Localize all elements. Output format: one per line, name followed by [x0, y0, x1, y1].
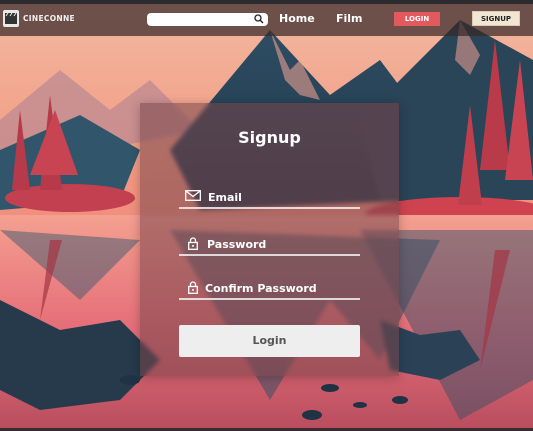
- brand-name[interactable]: CINECONNECT: [23, 14, 75, 23]
- form-title: Signup: [238, 128, 301, 147]
- header-login-button[interactable]: LOGIN: [394, 12, 440, 26]
- confirm-password-field[interactable]: Confirm Password: [179, 276, 360, 300]
- email-label: Email: [208, 191, 242, 204]
- lock-icon: [188, 281, 198, 294]
- email-field[interactable]: Email: [179, 185, 360, 209]
- nav-film-link[interactable]: Film: [336, 12, 363, 25]
- window-top-edge: [0, 0, 533, 4]
- header-signup-button[interactable]: SIGNUP: [472, 11, 520, 26]
- search-box: [147, 13, 268, 26]
- password-label: Password: [207, 238, 267, 251]
- envelope-icon: [185, 190, 201, 201]
- film-clapper-icon[interactable]: [3, 10, 19, 27]
- nav-home-link[interactable]: Home: [279, 12, 315, 25]
- confirm-password-label: Confirm Password: [205, 282, 317, 295]
- submit-button[interactable]: Login: [179, 325, 360, 357]
- lock-icon: [188, 237, 198, 250]
- search-input[interactable]: [147, 13, 259, 26]
- password-field[interactable]: Password: [179, 232, 360, 256]
- signup-card: Signup Email Password Confirm Password L…: [140, 103, 399, 376]
- search-icon[interactable]: [254, 14, 264, 24]
